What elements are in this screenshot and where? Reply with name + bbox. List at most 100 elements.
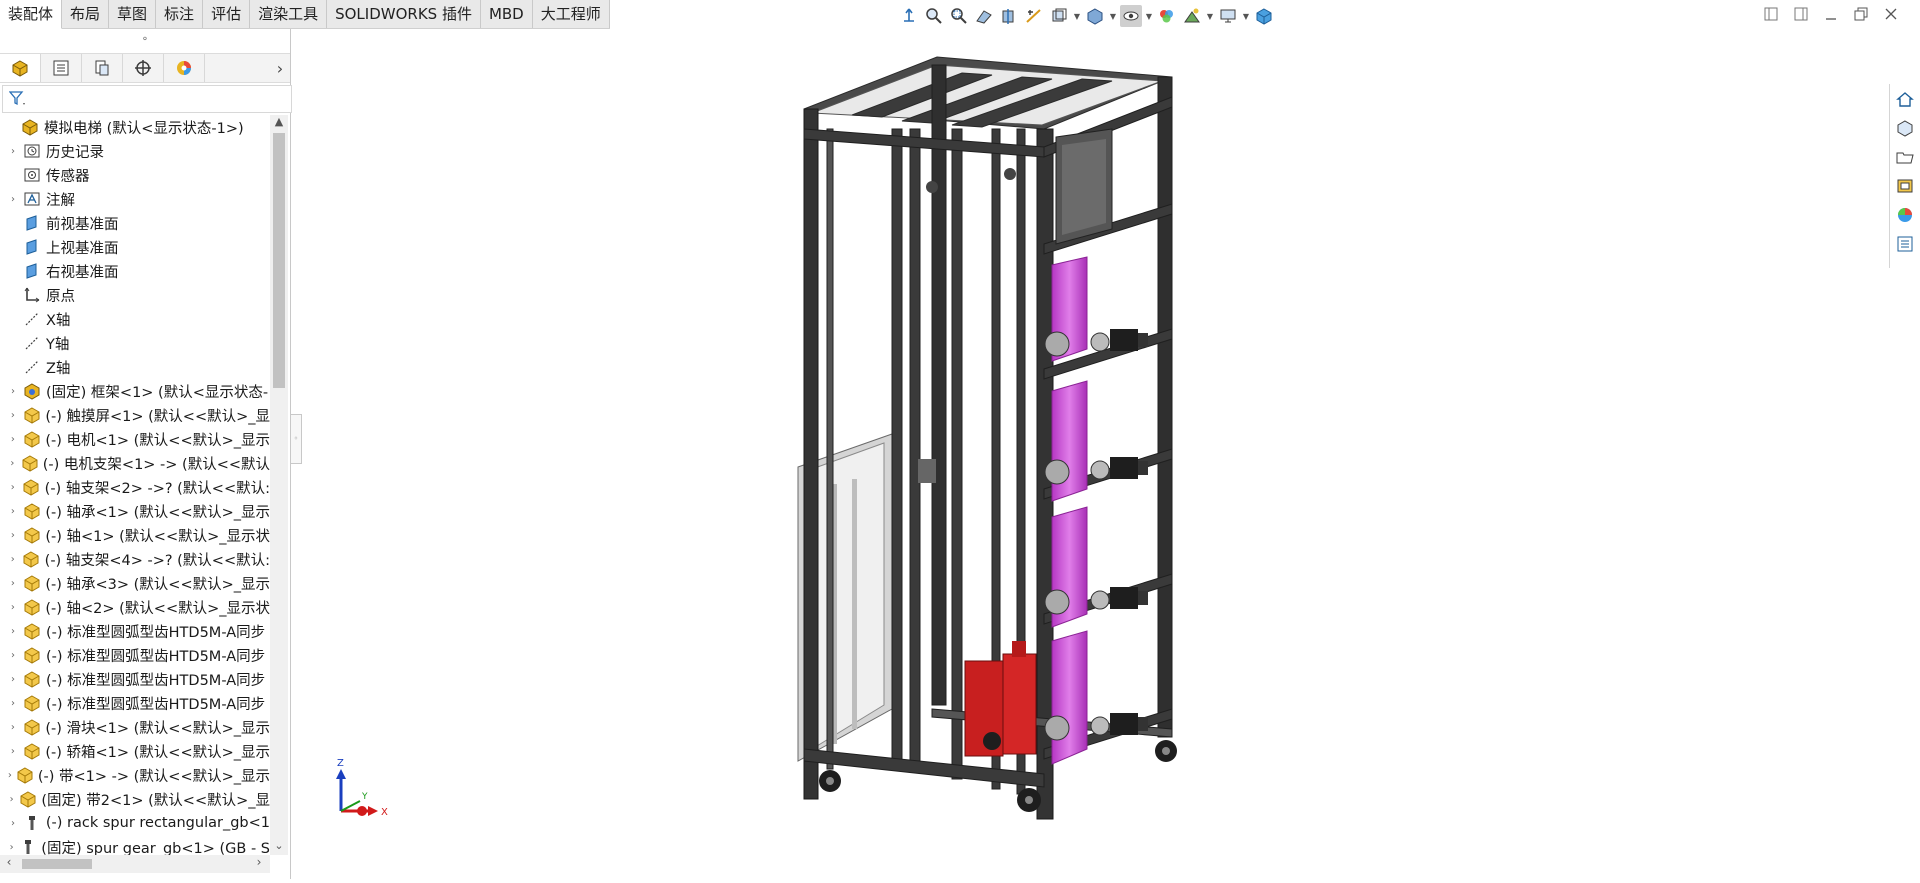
previous-view-icon[interactable]: [973, 5, 995, 27]
tree-item[interactable]: 模拟电梯 (默认<显示状态-1>): [0, 115, 270, 139]
tree-filter[interactable]: [2, 85, 292, 113]
expand-arrow-icon[interactable]: ›: [6, 626, 20, 637]
tree-item[interactable]: › (-) 触摸屏<1> (默认<<默认>_显: [0, 403, 270, 427]
expand-arrow-icon[interactable]: ›: [6, 722, 20, 733]
restore-icon[interactable]: [1852, 5, 1870, 23]
close-icon[interactable]: [1882, 5, 1900, 23]
file-explorer-icon[interactable]: [1894, 146, 1916, 168]
apply-scene-icon[interactable]: [1181, 5, 1203, 27]
chevron-down-icon[interactable]: ▼: [1073, 12, 1081, 21]
expand-arrow-icon[interactable]: ›: [6, 818, 20, 829]
tree-item[interactable]: 右视基准面: [0, 259, 270, 283]
tree-item[interactable]: › (-) 滑块<1> (默认<<默认>_显示: [0, 715, 270, 739]
expand-arrow-icon[interactable]: ›: [6, 458, 19, 469]
expand-arrow-icon[interactable]: ›: [6, 194, 20, 205]
tree-item[interactable]: › (-) 标准型圆弧型齿HTD5M-A同步: [0, 619, 270, 643]
scroll-up-icon[interactable]: ▲: [270, 115, 288, 131]
expand-arrow-icon[interactable]: ›: [6, 698, 20, 709]
tree-item[interactable]: › (-) 标准型圆弧型齿HTD5M-A同步: [0, 643, 270, 667]
tree-item[interactable]: › (-) 轴支架<2> ->? (默认<<默认:: [0, 475, 270, 499]
scroll-thumb[interactable]: [22, 859, 92, 869]
chevron-down-icon[interactable]: ▼: [1242, 12, 1250, 21]
tab-8[interactable]: 大工程师: [532, 0, 610, 28]
view-settings-icon[interactable]: [1217, 5, 1239, 27]
tree-item[interactable]: › (-) 轴承<1> (默认<<默认>_显示: [0, 499, 270, 523]
scroll-right-icon[interactable]: ›: [252, 855, 266, 873]
zoom-area-icon[interactable]: [948, 5, 970, 27]
filter-icon[interactable]: [9, 91, 27, 107]
design-library-icon[interactable]: [1894, 117, 1916, 139]
expand-arrow-icon[interactable]: ›: [6, 506, 20, 517]
tree-item[interactable]: › (-) 轴承<3> (默认<<默认>_显示: [0, 571, 270, 595]
tree-item[interactable]: › (-) 标准型圆弧型齿HTD5M-A同步: [0, 691, 270, 715]
zoom-to-fit-icon[interactable]: [923, 5, 945, 27]
display-manager-tab[interactable]: [164, 54, 205, 82]
display-style-icon[interactable]: [1084, 5, 1106, 27]
tree-item[interactable]: Y轴: [0, 331, 270, 355]
configuration-manager-tab[interactable]: [82, 54, 123, 82]
scroll-thumb[interactable]: [273, 133, 285, 388]
tab-2[interactable]: 草图: [109, 0, 157, 28]
scroll-down-icon[interactable]: ⌄: [270, 839, 288, 855]
tree-item[interactable]: › (-) 轴<1> (默认<<默认>_显示状: [0, 523, 270, 547]
tab-7[interactable]: MBD: [480, 0, 533, 28]
panel-grip[interactable]: ⚬: [0, 29, 290, 51]
expand-arrow-icon[interactable]: ›: [6, 482, 19, 493]
chevron-down-icon[interactable]: ▼: [1109, 12, 1117, 21]
tree-item[interactable]: › 历史记录: [0, 139, 270, 163]
graphics-area[interactable]: Z X Y: [292, 29, 1884, 879]
tree-item[interactable]: › (-) 电机支架<1> -> (默认<<默认: [0, 451, 270, 475]
tab-0[interactable]: 装配体: [0, 0, 63, 29]
tree-item[interactable]: Z轴: [0, 355, 270, 379]
dimxpert-manager-tab[interactable]: [123, 54, 164, 82]
expand-arrow-icon[interactable]: ›: [6, 746, 20, 757]
tree-item[interactable]: 前视基准面: [0, 211, 270, 235]
expand-arrow-icon[interactable]: ›: [6, 410, 20, 421]
tab-6[interactable]: SOLIDWORKS 插件: [327, 0, 481, 28]
3d-view-icon[interactable]: [1253, 5, 1275, 27]
expand-arrow-icon[interactable]: ›: [6, 578, 20, 589]
view-palette-icon[interactable]: [1894, 175, 1916, 197]
expand-arrow-icon[interactable]: ›: [6, 530, 20, 541]
tree-item[interactable]: X轴: [0, 307, 270, 331]
view-orientation-icon[interactable]: [898, 5, 920, 27]
expand-arrow-icon[interactable]: ›: [6, 554, 19, 565]
tree-item[interactable]: › (-) 标准型圆弧型齿HTD5M-A同步: [0, 667, 270, 691]
scroll-left-icon[interactable]: ‹: [2, 855, 16, 873]
elevator-model-render[interactable]: Z X Y: [292, 29, 1884, 879]
expand-arrow-icon[interactable]: ›: [6, 674, 20, 685]
dynamic-annotation-icon[interactable]: [1023, 5, 1045, 27]
feature-manager-tab[interactable]: [0, 54, 41, 82]
tab-1[interactable]: 布局: [62, 0, 110, 28]
expand-arrow-icon[interactable]: ›: [6, 146, 20, 157]
hide-show-items-icon[interactable]: [1120, 5, 1142, 27]
chevron-down-icon[interactable]: ▼: [1206, 12, 1214, 21]
chevron-right-icon[interactable]: ›: [270, 59, 290, 78]
expand-arrow-icon[interactable]: ›: [6, 602, 20, 613]
property-manager-tab[interactable]: [41, 54, 82, 82]
expand-arrow-icon[interactable]: ›: [6, 386, 20, 397]
expand-arrow-icon[interactable]: ›: [6, 794, 17, 805]
appearances-scenes-icon[interactable]: [1894, 204, 1916, 226]
expand-arrow-icon[interactable]: ›: [6, 434, 20, 445]
tree-item[interactable]: 上视基准面: [0, 235, 270, 259]
tile-right-icon[interactable]: [1792, 5, 1810, 23]
tree-item[interactable]: › (固定) 框架<1> (默认<显示状态-: [0, 379, 270, 403]
tree-item[interactable]: › (-) 轴<2> (默认<<默认>_显示状: [0, 595, 270, 619]
tree-vertical-scrollbar[interactable]: ▲ ⌄: [270, 115, 288, 855]
minimize-icon[interactable]: [1822, 5, 1840, 23]
tree-item[interactable]: › (固定) spur gear_gb<1> (GB - S: [0, 835, 270, 855]
section-view-icon[interactable]: [998, 5, 1020, 27]
solidworks-resources-icon[interactable]: [1894, 88, 1916, 110]
tree-item[interactable]: 传感器: [0, 163, 270, 187]
tree-item[interactable]: 原点: [0, 283, 270, 307]
expand-arrow-icon[interactable]: ›: [6, 770, 14, 781]
chevron-down-icon[interactable]: ▼: [1145, 12, 1153, 21]
expand-arrow-icon[interactable]: ›: [6, 842, 17, 853]
custom-properties-icon[interactable]: [1894, 233, 1916, 255]
tile-left-icon[interactable]: [1762, 5, 1780, 23]
tree-item[interactable]: › (-) 轴支架<4> ->? (默认<<默认:: [0, 547, 270, 571]
view-orientation-dropdown-icon[interactable]: [1048, 5, 1070, 27]
tree-horizontal-scrollbar[interactable]: ‹ ›: [0, 855, 270, 873]
tree-item[interactable]: › (-) 轿箱<1> (默认<<默认>_显示: [0, 739, 270, 763]
